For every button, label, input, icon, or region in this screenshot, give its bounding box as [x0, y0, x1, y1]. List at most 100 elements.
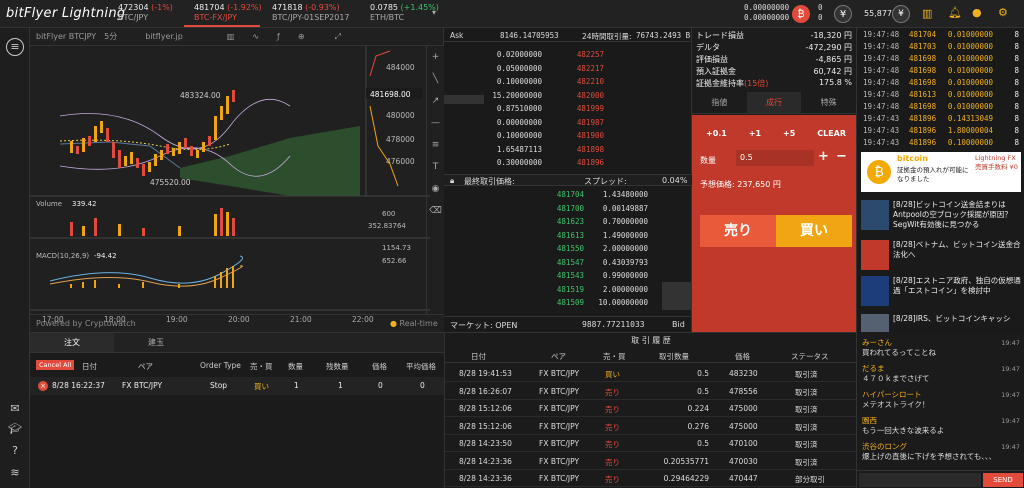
bid-row[interactable]: 481550 2.00000000	[444, 244, 692, 255]
mail-icon[interactable]: ✉	[7, 402, 23, 416]
bid-row[interactable]: 481519 2.00000000	[444, 285, 692, 296]
fullscreen-icon[interactable]: ⤢	[335, 32, 341, 42]
price-chart-panel[interactable]: bitFlyer BTCJPY 5分 bitflyer.jp ▥ ∿ ƒ ⊕ ⤢	[30, 28, 444, 332]
graduation-cap-icon[interactable]: 🎓︎	[7, 422, 23, 436]
order-type-tabs: 指値 成行 特殊	[692, 92, 856, 114]
fib-icon[interactable]: ≡	[427, 134, 444, 156]
history-row[interactable]: 8/28 16:26:07 FX BTC/JPY 売り 0.5 478556 取引済	[445, 383, 857, 400]
bell-icon[interactable]: 🔔︎	[948, 6, 962, 19]
tab-orders[interactable]: 注文	[30, 333, 114, 352]
chart-bars-icon[interactable]: ▥	[922, 7, 932, 20]
history-row[interactable]: 8/28 15:12:06 FX BTC/JPY 売り 0.224 475000 取引済	[445, 400, 857, 417]
bid-row[interactable]: 481543 0.99000000	[444, 271, 692, 282]
qty-plus-icon[interactable]: +	[818, 149, 829, 164]
tab-special[interactable]: 特殊	[801, 92, 856, 113]
tab-market[interactable]: 成行	[746, 92, 802, 113]
chat-username[interactable]: 園西	[862, 416, 1022, 426]
ask-price: 482000	[576, 90, 604, 100]
history-row[interactable]: 8/28 15:12:06 FX BTC/JPY 売り 0.276 475000 取引済	[445, 418, 857, 435]
ask-row[interactable]: 0.10000000 481900	[444, 131, 692, 142]
chat-input[interactable]	[859, 473, 981, 487]
news-item[interactable]: [8/28]ベトナム、ビットコイン送金合法化へ	[861, 240, 1023, 274]
ask-row[interactable]: 0.05000000 482217	[444, 64, 692, 75]
qty-plus-0-1-button[interactable]: +0.1	[706, 129, 727, 138]
text-tool-icon[interactable]: T	[427, 156, 444, 178]
yen-icon[interactable]: ¥	[834, 5, 852, 23]
indicator-icon[interactable]: ƒ	[277, 32, 280, 41]
ticker-btc-jpy-future[interactable]: 471818 (-0.93%) BTC/JPY-01SEP2017	[272, 3, 350, 23]
chat-text: ４７０ｋまでさげて	[862, 374, 930, 383]
wifi-icon[interactable]: ≋	[7, 466, 23, 480]
ask-price: 481900	[576, 131, 604, 140]
send-button[interactable]: SEND	[983, 473, 1023, 487]
sell-button[interactable]: 売り	[700, 215, 776, 247]
promo-banner[interactable]: ₿ bitcoin 証拠金の預入れが可能になりました Lightning FX …	[861, 152, 1021, 192]
history-row[interactable]: 8/28 14:23:50 FX BTC/JPY 売り 0.5 470100 取引済	[445, 435, 857, 452]
bid-row[interactable]: 481547 0.43039793	[444, 258, 692, 269]
order-type: Stop	[210, 381, 228, 390]
trade-time: 19:47:48	[863, 42, 900, 51]
bid-row[interactable]: 481509 10.00000000	[444, 298, 692, 309]
order-form: +0.1 +1 +5 CLEAR 数量 0.5 + − 予想価格: 237,65…	[692, 115, 856, 332]
ticker-eth-btc[interactable]: 0.0785 (+1.45%) ETH/BTC	[370, 3, 439, 23]
chart-canvas[interactable]: 483324.00 475520.00 484000 481698.00 480…	[30, 46, 444, 332]
hline-icon[interactable]: —	[427, 112, 444, 134]
tab-limit[interactable]: 指値	[692, 92, 747, 113]
ticker-btc-fx-jpy[interactable]: 481704 (-1.92%) BTC-FX/JPY	[184, 3, 262, 27]
cancel-all-button[interactable]: Cancel All	[36, 360, 75, 370]
history-row[interactable]: 8/28 14:23:36 FX BTC/JPY 売り 0.20535771 47003…	[445, 453, 857, 470]
bid-size: 10.00000000	[598, 298, 648, 307]
trade-row: 19:47:43 481896 1.80000004 8	[857, 126, 1024, 137]
eye-icon[interactable]: ◉	[427, 178, 444, 200]
qty-plus-5-button[interactable]: +5	[783, 129, 795, 138]
help-icon[interactable]: ?	[7, 444, 23, 458]
order-row[interactable]: × 8/28 16:22:37 FX BTC/JPY Stop 買い 1 1 0…	[30, 377, 444, 395]
chat-username[interactable]: ハイパーシロート	[862, 390, 1022, 400]
ticker-dropdown-icon[interactable]: ▾	[432, 8, 436, 17]
bid-row[interactable]: 481623 0.70000000	[444, 217, 692, 228]
bid-row[interactable]: 481704 1.43480000	[444, 190, 692, 201]
banner-fee: Lightning FX 売買手数料 ¥0	[975, 154, 1018, 171]
ask-size: 0.10000000	[496, 77, 542, 86]
ask-row[interactable]: 15.20000000 482000	[444, 91, 692, 102]
cancel-order-icon[interactable]: ×	[38, 381, 48, 391]
draw-tool-icon[interactable]: ∿	[252, 32, 259, 41]
ask-row[interactable]: 0.00000000 481987	[444, 118, 692, 129]
crosshair-icon[interactable]: +	[427, 46, 444, 68]
chat-username[interactable]: だるま	[862, 364, 1022, 374]
compare-icon[interactable]: ⊕	[298, 32, 305, 41]
settings-gear-icon[interactable]: ⚙	[998, 6, 1008, 19]
line-tool-icon[interactable]: ╲	[427, 68, 444, 90]
trash-icon[interactable]: ⌫	[427, 200, 444, 222]
qty-plus-1-button[interactable]: +1	[749, 129, 761, 138]
bid-row[interactable]: 481700 0.00149887	[444, 204, 692, 215]
chat-username[interactable]: みーさん	[862, 338, 1022, 348]
news-item[interactable]: [8/28]ビットコイン送金詰まりはAntpoolの空ブロック採掘が原因？Seg…	[861, 200, 1023, 234]
trend-icon[interactable]: ↗	[427, 90, 444, 112]
menu-icon[interactable]: ≡	[6, 38, 24, 56]
ask-row[interactable]: 0.87510000 481999	[444, 104, 692, 115]
low-label: 475520.00	[150, 178, 191, 187]
ask-row[interactable]: 0.02000000 482257	[444, 50, 692, 61]
ask-row[interactable]: 1.65487113 481898	[444, 145, 692, 156]
chat-username[interactable]: 渋谷のロング	[862, 442, 1022, 452]
qty-clear-button[interactable]: CLEAR	[817, 129, 846, 138]
ticker-btc-jpy[interactable]: 472304 (-1%) BTC/JPY	[118, 3, 173, 23]
tab-positions[interactable]: 建玉	[114, 333, 198, 352]
ask-row[interactable]: 0.10000000 482210	[444, 77, 692, 88]
bitcoin-icon[interactable]: ₿	[792, 5, 810, 23]
news-item[interactable]: [8/28]エストニア政府、独自の仮想通過「エストコイン」を検討中	[861, 276, 1023, 310]
buy-button[interactable]: 買い	[776, 215, 852, 247]
bid-row[interactable]: 481613 1.49000000	[444, 231, 692, 242]
qty-minus-icon[interactable]: −	[836, 149, 847, 164]
interval-select[interactable]: 5分	[104, 31, 117, 42]
user-icon[interactable]: ●	[972, 6, 982, 19]
orders-header: Cancel All 日付 ペア Order Type 売・買 数量 残数量 価…	[30, 359, 444, 373]
candle-type-icon[interactable]: ▥	[227, 32, 235, 41]
ask-row[interactable]: 0.30000000 481896	[444, 158, 692, 169]
history-row[interactable]: 8/28 14:23:36 FX BTC/JPY 売り 0.29464229 47044…	[445, 470, 857, 487]
estimated-price: 予想価格: 237,650 円	[700, 180, 781, 189]
qty-input[interactable]: 0.5	[736, 150, 814, 166]
points-icon[interactable]: ¥	[892, 5, 910, 23]
history-row[interactable]: 8/28 19:41:53 FX BTC/JPY 買い 0.5 483230 取引済	[445, 365, 857, 382]
